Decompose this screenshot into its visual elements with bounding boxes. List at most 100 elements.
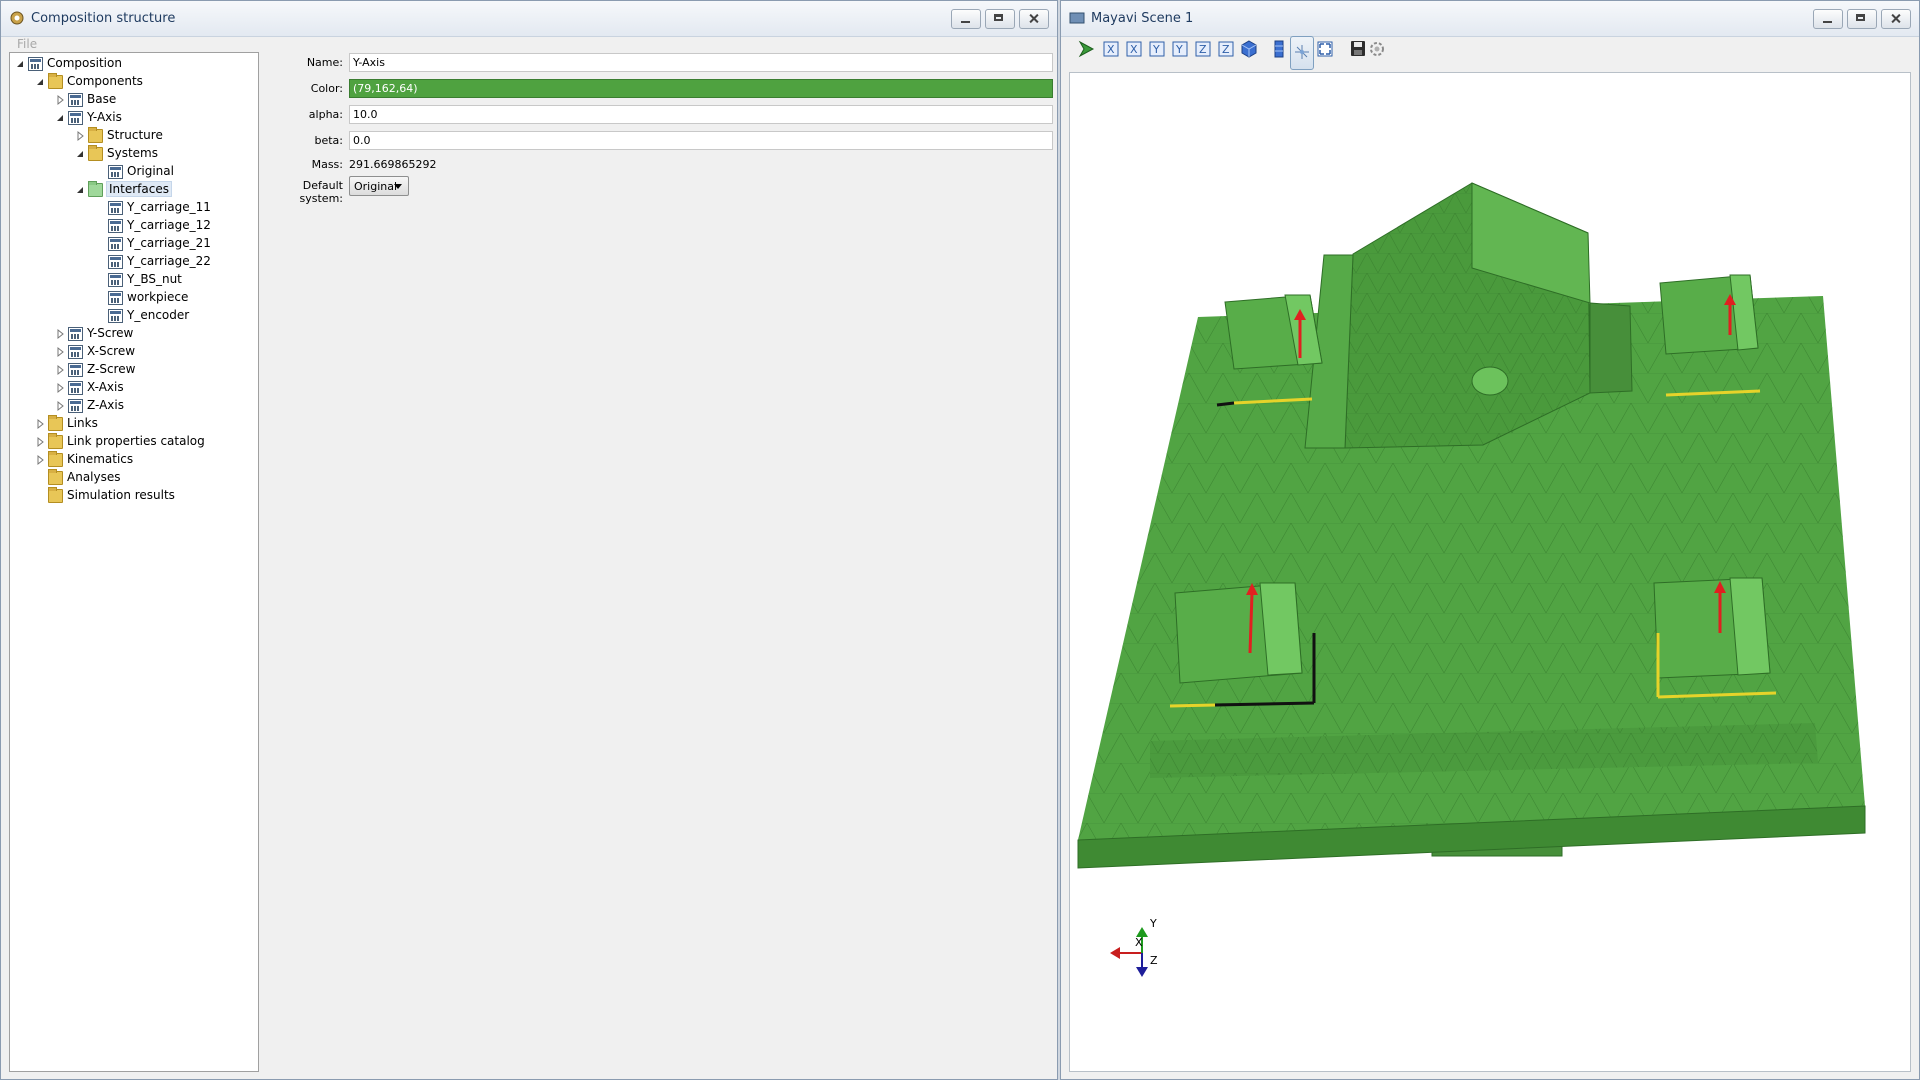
tree-item-interface[interactable]: Y_encoder	[94, 306, 189, 324]
composition-structure-window: Composition structure File Composition Co…	[0, 0, 1058, 1080]
component-icon	[108, 290, 123, 305]
expand-closed-icon[interactable]	[54, 328, 66, 340]
tree-item-label: Simulation results	[67, 488, 175, 502]
color-input[interactable]: (79,162,64)	[349, 79, 1053, 98]
component-icon	[68, 92, 83, 107]
view-x-minus-icon[interactable]: X	[1124, 38, 1144, 60]
tree-item-label: Structure	[107, 128, 163, 142]
expand-closed-icon[interactable]	[54, 364, 66, 376]
tree-item-interface[interactable]: workpiece	[94, 288, 188, 306]
view-z-minus-icon[interactable]: Z	[1216, 38, 1236, 60]
tree-item-structure[interactable]: Structure	[74, 126, 163, 144]
tree-item-y-axis[interactable]: Y-Axis	[54, 108, 122, 126]
beta-input[interactable]: 0.0	[349, 131, 1053, 150]
view-y-plus-icon[interactable]: Y	[1147, 38, 1167, 60]
tree-item-label: Links	[67, 416, 98, 430]
scene-title: Mayavi Scene 1	[1091, 11, 1194, 26]
3d-scene-canvas[interactable]: X Y Z	[1069, 72, 1911, 1072]
expand-closed-icon[interactable]	[34, 454, 46, 466]
tree-item-component[interactable]: Z-Screw	[54, 360, 135, 378]
tree-item-interfaces[interactable]: Interfaces	[74, 180, 172, 198]
maximize-button[interactable]	[985, 9, 1015, 29]
expand-open-icon[interactable]	[54, 112, 66, 124]
component-icon	[108, 218, 123, 233]
close-button[interactable]	[1019, 9, 1049, 29]
parallel-projection-icon[interactable]	[1269, 38, 1289, 60]
component-icon	[68, 110, 83, 125]
tree-item-label: Y_carriage_11	[127, 200, 211, 214]
minimize-button[interactable]	[951, 9, 981, 29]
composition-tree[interactable]: Composition Components Base Y-Axis Structure…	[9, 52, 259, 1072]
tree-item-original[interactable]: Original	[94, 162, 174, 180]
view-x-plus-icon[interactable]: X	[1101, 38, 1121, 60]
expand-closed-icon[interactable]	[74, 130, 86, 142]
expand-closed-icon[interactable]	[54, 400, 66, 412]
svg-text:Z: Z	[1199, 43, 1207, 56]
default-system-select[interactable]: Original	[349, 176, 409, 196]
tree-item-interface[interactable]: Y_carriage_22	[94, 252, 211, 270]
tree-item-composition[interactable]: Composition	[14, 54, 122, 72]
tree-item-interface[interactable]: Y_BS_nut	[94, 270, 182, 288]
tree-item-label: X-Screw	[87, 344, 136, 358]
tree-item-top-level[interactable]: Analyses	[34, 468, 121, 486]
name-input[interactable]: Y-Axis	[349, 53, 1053, 72]
full-screen-icon[interactable]	[1315, 38, 1335, 60]
expand-closed-icon[interactable]	[54, 94, 66, 106]
expand-open-icon[interactable]	[34, 76, 46, 88]
tree-item-interface[interactable]: Y_carriage_11	[94, 198, 211, 216]
folder-icon	[48, 432, 63, 449]
component-icon	[68, 398, 83, 413]
expand-closed-icon[interactable]	[54, 346, 66, 358]
tree-item-component[interactable]: Y-Screw	[54, 324, 133, 342]
expand-closed-icon[interactable]	[34, 436, 46, 448]
tree-item-base[interactable]: Base	[54, 90, 116, 108]
tree-item-systems[interactable]: Systems	[74, 144, 158, 162]
save-icon[interactable]	[1348, 38, 1368, 60]
expand-open-icon[interactable]	[74, 148, 86, 160]
axis-z-label: Z	[1150, 954, 1158, 967]
folder-icon	[48, 486, 63, 503]
scene-maximize-button[interactable]	[1847, 9, 1877, 29]
tree-item-top-level[interactable]: Kinematics	[34, 450, 133, 468]
tree-item-interface[interactable]: Y_carriage_21	[94, 234, 211, 252]
component-icon	[68, 380, 83, 395]
tree-item-component[interactable]: Z-Axis	[54, 396, 124, 414]
right-titlebar[interactable]: Mayavi Scene 1	[1061, 1, 1919, 37]
scene-close-button[interactable]	[1881, 9, 1911, 29]
tree-item-label: Interfaces	[106, 181, 172, 197]
expand-closed-icon[interactable]	[54, 382, 66, 394]
configure-icon[interactable]	[1367, 38, 1387, 60]
tree-item-component[interactable]: X-Axis	[54, 378, 124, 396]
axes-icon	[1295, 45, 1309, 59]
menu-file[interactable]: File	[17, 37, 37, 51]
alpha-input[interactable]: 10.0	[349, 105, 1053, 124]
left-titlebar[interactable]: Composition structure	[1, 1, 1057, 37]
default-system-label: Default system:	[299, 179, 343, 205]
tree-item-label: workpiece	[127, 290, 189, 304]
view-z-plus-icon[interactable]: Z	[1193, 38, 1213, 60]
tree-item-interface[interactable]: Y_carriage_12	[94, 216, 211, 234]
tree-item-top-level[interactable]: Link properties catalog	[34, 432, 205, 450]
expand-closed-icon[interactable]	[34, 418, 46, 430]
pipeline-icon[interactable]	[1077, 38, 1097, 60]
tree-item-label: Y_carriage_22	[127, 254, 211, 268]
expand-open-icon[interactable]	[74, 184, 86, 196]
folder-icon	[88, 126, 103, 143]
expand-open-icon[interactable]	[14, 58, 26, 70]
axes-toggle-button[interactable]	[1290, 36, 1314, 70]
tree-item-component[interactable]: X-Screw	[54, 342, 135, 360]
tree-item-components[interactable]: Components	[34, 72, 143, 90]
view-y-minus-icon[interactable]: Y	[1170, 38, 1190, 60]
tree-item-label: Z-Screw	[87, 362, 136, 376]
tree-item-top-level[interactable]: Links	[34, 414, 98, 432]
isometric-view-icon[interactable]	[1239, 38, 1259, 60]
scene-toolbar: X X Y Y Z Z	[1069, 34, 1911, 70]
scene-minimize-button[interactable]	[1813, 9, 1843, 29]
tree-item-label: Analyses	[67, 470, 121, 484]
tree-item-top-level[interactable]: Simulation results	[34, 486, 175, 504]
